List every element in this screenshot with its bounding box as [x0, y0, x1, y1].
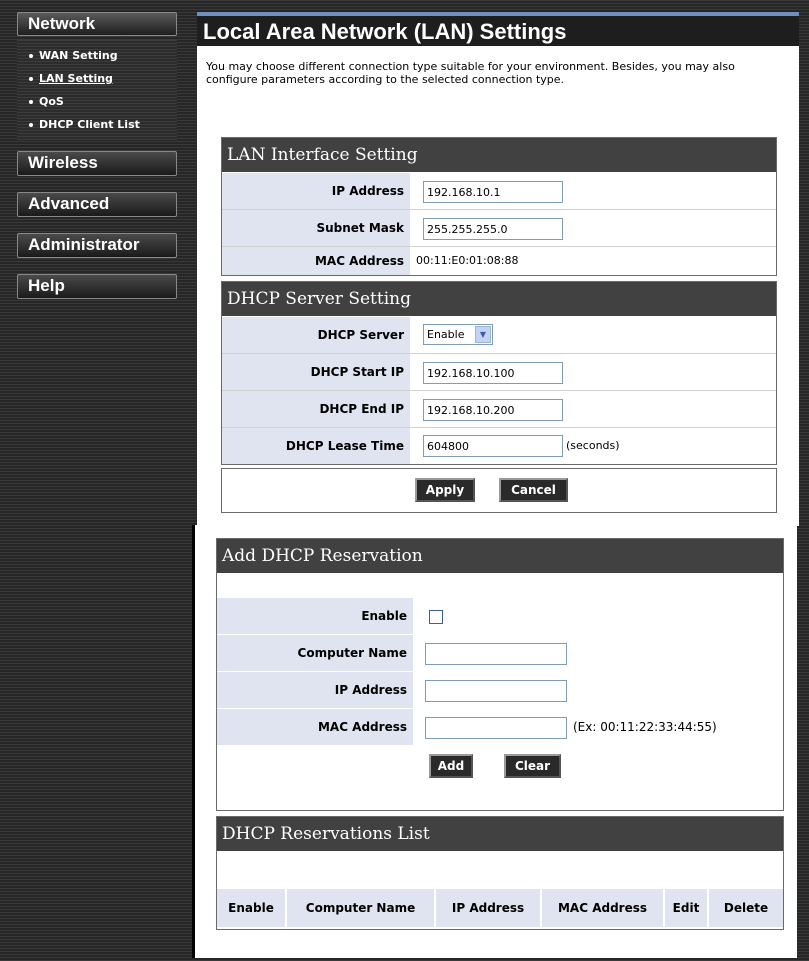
dhcp-server-row: DHCP Server Enable ▼	[222, 317, 776, 354]
cancel-button[interactable]: Cancel	[499, 478, 568, 502]
dhcp-end-label: DHCP End IP	[222, 391, 410, 427]
reservation-enable-label: Enable	[217, 598, 413, 634]
subnet-mask-row: Subnet Mask	[222, 210, 776, 247]
dhcp-server-section: DHCP Server Setting DHCP Server Enable ▼…	[221, 281, 777, 465]
dhcp-lease-input[interactable]	[423, 435, 563, 457]
column-header-computer-name: Computer Name	[286, 889, 436, 927]
column-header-enable: Enable	[217, 889, 287, 927]
column-header-ip-address: IP Address	[435, 889, 542, 927]
dhcp-lease-row: DHCP Lease Time (seconds)	[222, 428, 776, 465]
mac-hint-text: (Ex: 00:11:22:33:44:55)	[573, 720, 717, 734]
subnav-lan-setting[interactable]: LAN Setting	[29, 72, 113, 85]
clear-button[interactable]: Clear	[504, 754, 561, 778]
subnav-wan-setting[interactable]: WAN Setting	[29, 49, 118, 62]
dhcp-start-input[interactable]	[423, 362, 563, 384]
section-header: DHCP Reservations List	[217, 817, 783, 851]
subnav-dhcp-client-list[interactable]: DHCP Client List	[29, 118, 140, 131]
intro-text: You may choose different connection type…	[206, 60, 735, 86]
section-header: DHCP Server Setting	[222, 282, 776, 316]
computer-name-label: Computer Name	[217, 635, 413, 671]
chevron-down-icon[interactable]: ▼	[475, 326, 491, 343]
section-header: Add DHCP Reservation	[217, 539, 783, 573]
dhcp-server-select[interactable]: Enable ▼	[423, 324, 493, 345]
dhcp-start-label: DHCP Start IP	[222, 354, 410, 390]
computer-name-input[interactable]	[425, 643, 567, 665]
lease-unit-text: (seconds)	[566, 439, 620, 452]
nav-help[interactable]: Help	[17, 274, 177, 299]
computer-name-row: Computer Name	[217, 635, 783, 672]
main-panel: Local Area Network (LAN) Settings You ma…	[197, 16, 799, 526]
reservation-mac-label: MAC Address	[217, 709, 413, 745]
lan-interface-section: LAN Interface Setting IP Address Subnet …	[221, 137, 777, 276]
dhcp-lease-label: DHCP Lease Time	[222, 428, 410, 464]
reservation-mac-row: MAC Address (Ex: 00:11:22:33:44:55)	[217, 709, 783, 746]
apply-button[interactable]: Apply	[415, 478, 475, 502]
mac-address-row: MAC Address 00:11:E0:01:08:88	[222, 247, 776, 275]
ip-address-row: IP Address	[222, 173, 776, 210]
bullet-icon	[29, 54, 33, 58]
subnav-qos[interactable]: QoS	[29, 95, 64, 108]
add-button[interactable]: Add	[429, 754, 473, 778]
mac-address-value: 00:11:E0:01:08:88	[416, 254, 519, 267]
reservation-mac-input[interactable]	[425, 717, 567, 739]
nav-network[interactable]: Network	[17, 12, 177, 36]
reservation-ip-input[interactable]	[425, 680, 567, 702]
bullet-icon	[29, 100, 33, 104]
reservations-list-section: DHCP Reservations List Enable Computer N…	[216, 816, 784, 930]
reservation-ip-row: IP Address	[217, 672, 783, 709]
page-title: Local Area Network (LAN) Settings	[197, 16, 799, 46]
reservation-ip-label: IP Address	[217, 672, 413, 708]
dhcp-start-row: DHCP Start IP	[222, 354, 776, 391]
reservations-table: Enable Computer Name IP Address MAC Addr…	[217, 889, 783, 927]
dhcp-end-input[interactable]	[423, 399, 563, 421]
column-header-delete: Delete	[708, 889, 783, 927]
bullet-icon	[29, 123, 33, 127]
mac-address-label: MAC Address	[222, 247, 410, 275]
reservation-enable-checkbox[interactable]	[429, 610, 443, 624]
section-header: LAN Interface Setting	[222, 138, 776, 172]
nav-advanced[interactable]: Advanced	[17, 192, 177, 217]
action-bar: Apply Cancel	[221, 468, 777, 513]
ip-address-label: IP Address	[222, 173, 410, 209]
nav-wireless[interactable]: Wireless	[17, 151, 177, 176]
bullet-icon	[29, 77, 33, 81]
ip-address-input[interactable]	[423, 181, 563, 203]
dhcp-server-selected: Enable	[427, 328, 465, 341]
column-header-mac-address: MAC Address	[541, 889, 665, 927]
table-header-row: Enable Computer Name IP Address MAC Addr…	[217, 889, 783, 927]
network-submenu: WAN Setting LAN Setting QoS DHCP Client …	[17, 40, 177, 140]
dhcp-server-label: DHCP Server	[222, 317, 410, 353]
add-reservation-section: Add DHCP Reservation Enable Computer Nam…	[216, 538, 784, 811]
reservation-enable-row: Enable	[217, 598, 783, 635]
reservation-panel: Add DHCP Reservation Enable Computer Nam…	[192, 525, 797, 958]
subnet-mask-input[interactable]	[423, 218, 563, 240]
nav-administrator[interactable]: Administrator	[17, 233, 177, 258]
column-header-edit: Edit	[664, 889, 709, 927]
dhcp-end-row: DHCP End IP	[222, 391, 776, 428]
subnet-mask-label: Subnet Mask	[222, 210, 410, 246]
